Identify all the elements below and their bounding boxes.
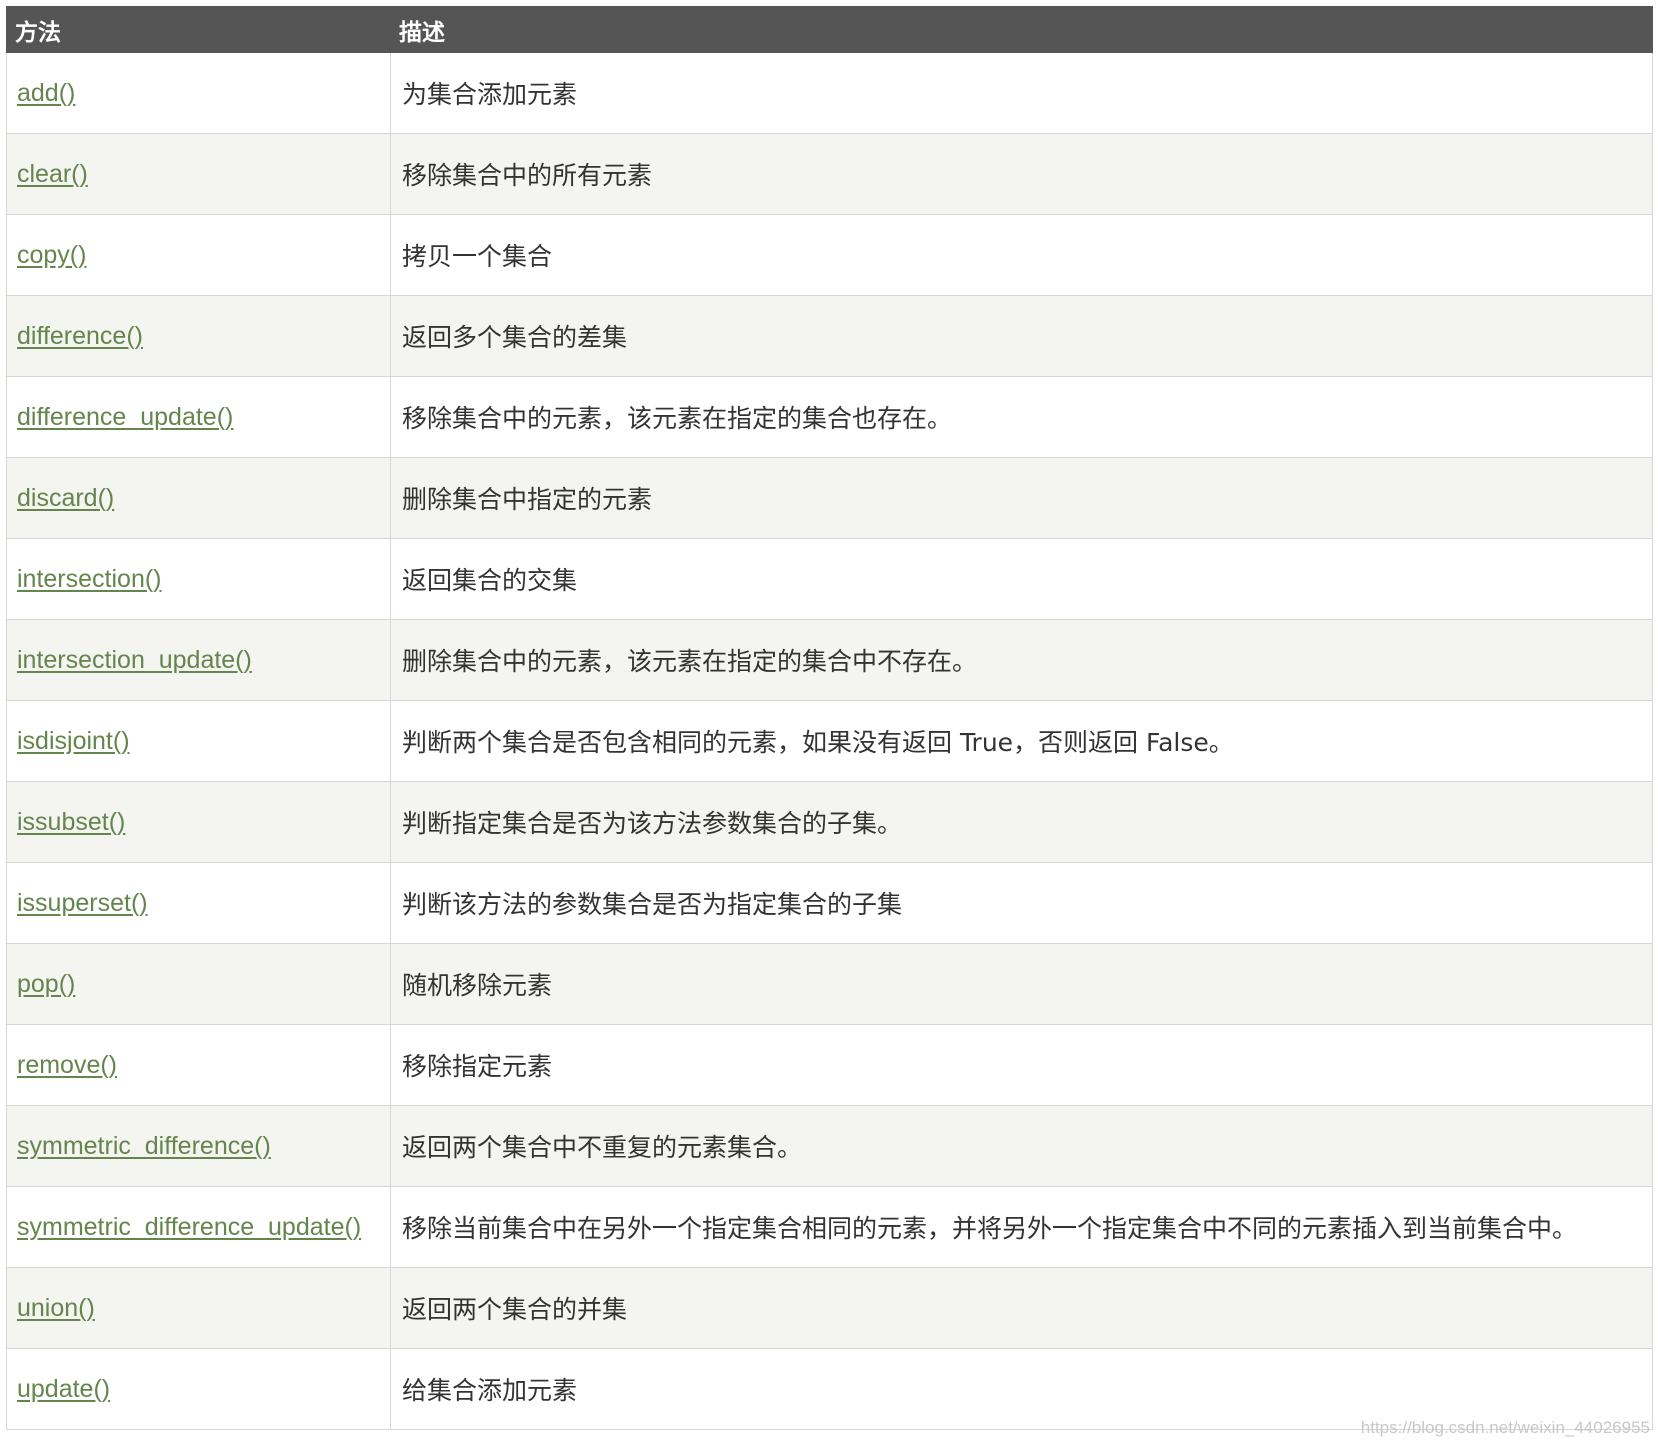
method-link-remove[interactable]: remove() bbox=[17, 1051, 117, 1079]
table-row: remove() 移除指定元素 bbox=[6, 1024, 1653, 1106]
watermark-text: https://blog.csdn.net/weixin_44026955 bbox=[1360, 1418, 1650, 1437]
method-cell: remove() bbox=[6, 1024, 391, 1106]
table-row: issubset() 判断指定集合是否为该方法参数集合的子集。 bbox=[6, 781, 1653, 863]
table-row: isdisjoint() 判断两个集合是否包含相同的元素，如果没有返回 True… bbox=[6, 700, 1653, 782]
description-cell: 移除指定元素 bbox=[390, 1024, 1653, 1106]
description-cell: 判断两个集合是否包含相同的元素，如果没有返回 True，否则返回 False。 bbox=[390, 700, 1653, 782]
table-row: clear() 移除集合中的所有元素 bbox=[6, 133, 1653, 215]
table-row: intersection() 返回集合的交集 bbox=[6, 538, 1653, 620]
table-row: add() 为集合添加元素 bbox=[6, 52, 1653, 134]
description-cell: 返回两个集合中不重复的元素集合。 bbox=[390, 1105, 1653, 1187]
method-link-difference-update[interactable]: difference_update() bbox=[17, 403, 233, 431]
method-link-discard[interactable]: discard() bbox=[17, 484, 114, 512]
table-row: union() 返回两个集合的并集 bbox=[6, 1267, 1653, 1349]
method-cell: discard() bbox=[6, 457, 391, 539]
method-link-symmetric-difference[interactable]: symmetric_difference() bbox=[17, 1132, 271, 1160]
description-cell: 移除集合中的所有元素 bbox=[390, 133, 1653, 215]
method-link-issubset[interactable]: issubset() bbox=[17, 808, 125, 836]
method-link-intersection[interactable]: intersection() bbox=[17, 565, 162, 593]
table-row: difference_update() 移除集合中的元素，该元素在指定的集合也存… bbox=[6, 376, 1653, 458]
description-cell: 移除集合中的元素，该元素在指定的集合也存在。 bbox=[390, 376, 1653, 458]
method-cell: union() bbox=[6, 1267, 391, 1349]
method-cell: difference() bbox=[6, 295, 391, 377]
method-cell: copy() bbox=[6, 214, 391, 296]
description-cell: 删除集合中的元素，该元素在指定的集合中不存在。 bbox=[390, 619, 1653, 701]
table-body: add() 为集合添加元素 clear() 移除集合中的所有元素 copy() … bbox=[6, 52, 1653, 1430]
method-link-difference[interactable]: difference() bbox=[17, 322, 143, 350]
description-cell: 返回集合的交集 bbox=[390, 538, 1653, 620]
method-cell: issubset() bbox=[6, 781, 391, 863]
header-description: 描述 bbox=[390, 6, 1653, 53]
method-cell: intersection_update() bbox=[6, 619, 391, 701]
method-link-copy[interactable]: copy() bbox=[17, 241, 86, 269]
description-cell: 移除当前集合中在另外一个指定集合相同的元素，并将另外一个指定集合中不同的元素插入… bbox=[390, 1186, 1653, 1268]
method-cell: pop() bbox=[6, 943, 391, 1025]
methods-table-container: 方法 描述 add() 为集合添加元素 clear() 移除集合中的所有元素 c… bbox=[6, 6, 1653, 1430]
method-cell: symmetric_difference_update() bbox=[6, 1186, 391, 1268]
method-cell: difference_update() bbox=[6, 376, 391, 458]
method-cell: issuperset() bbox=[6, 862, 391, 944]
method-link-isdisjoint[interactable]: isdisjoint() bbox=[17, 727, 130, 755]
table-row: symmetric_difference_update() 移除当前集合中在另外… bbox=[6, 1186, 1653, 1268]
description-cell: 拷贝一个集合 bbox=[390, 214, 1653, 296]
description-cell: 判断该方法的参数集合是否为指定集合的子集 bbox=[390, 862, 1653, 944]
table-header: 方法 描述 bbox=[6, 6, 1653, 53]
method-cell: symmetric_difference() bbox=[6, 1105, 391, 1187]
description-cell: 为集合添加元素 bbox=[390, 52, 1653, 134]
method-cell: intersection() bbox=[6, 538, 391, 620]
method-cell: clear() bbox=[6, 133, 391, 215]
set-methods-table: 方法 描述 add() 为集合添加元素 clear() 移除集合中的所有元素 c… bbox=[6, 6, 1653, 1430]
method-link-issuperset[interactable]: issuperset() bbox=[17, 889, 148, 917]
method-link-intersection-update[interactable]: intersection_update() bbox=[17, 646, 252, 674]
method-link-pop[interactable]: pop() bbox=[17, 970, 75, 998]
description-cell: 判断指定集合是否为该方法参数集合的子集。 bbox=[390, 781, 1653, 863]
method-cell: add() bbox=[6, 52, 391, 134]
table-row: copy() 拷贝一个集合 bbox=[6, 214, 1653, 296]
table-row: symmetric_difference() 返回两个集合中不重复的元素集合。 bbox=[6, 1105, 1653, 1187]
description-cell: 返回多个集合的差集 bbox=[390, 295, 1653, 377]
table-row: issuperset() 判断该方法的参数集合是否为指定集合的子集 bbox=[6, 862, 1653, 944]
table-row: intersection_update() 删除集合中的元素，该元素在指定的集合… bbox=[6, 619, 1653, 701]
method-link-union[interactable]: union() bbox=[17, 1294, 95, 1322]
table-row: pop() 随机移除元素 bbox=[6, 943, 1653, 1025]
method-link-update[interactable]: update() bbox=[17, 1375, 110, 1403]
method-cell: update() bbox=[6, 1348, 391, 1430]
method-link-clear[interactable]: clear() bbox=[17, 160, 88, 188]
header-method: 方法 bbox=[6, 6, 391, 53]
method-link-symmetric-difference-update[interactable]: symmetric_difference_update() bbox=[17, 1213, 361, 1241]
description-cell: 返回两个集合的并集 bbox=[390, 1267, 1653, 1349]
table-row: difference() 返回多个集合的差集 bbox=[6, 295, 1653, 377]
table-row: discard() 删除集合中指定的元素 bbox=[6, 457, 1653, 539]
description-cell: 随机移除元素 bbox=[390, 943, 1653, 1025]
method-cell: isdisjoint() bbox=[6, 700, 391, 782]
header-row: 方法 描述 bbox=[6, 6, 1653, 53]
method-link-add[interactable]: add() bbox=[17, 79, 75, 107]
description-cell: 删除集合中指定的元素 bbox=[390, 457, 1653, 539]
